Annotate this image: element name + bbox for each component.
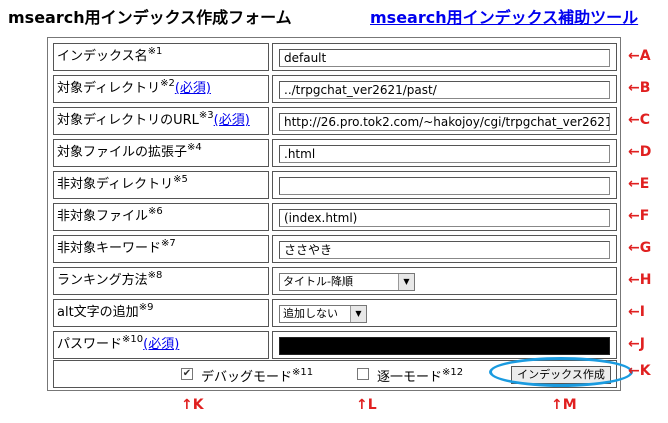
row-excluded-keywords: 非対象キーワード※7 ささやき bbox=[53, 235, 617, 263]
row-excluded-directory: 非対象ディレクトリ※5 bbox=[53, 171, 617, 199]
field-cell: (index.html) bbox=[272, 203, 617, 231]
footnote-mark: ※3 bbox=[198, 110, 214, 121]
row-target-extension: 対象ファイルの拡張子※4 .html bbox=[53, 139, 617, 167]
step-mode-checkbox[interactable] bbox=[357, 368, 369, 380]
label-text: ランキング方法 bbox=[57, 273, 148, 288]
highlight-ring bbox=[489, 357, 633, 387]
marker-j: ←J bbox=[628, 336, 645, 352]
field-cell bbox=[272, 171, 617, 199]
marker-a: ←A bbox=[628, 48, 651, 64]
footnote-mark: ※4 bbox=[187, 142, 202, 153]
required-link[interactable]: (必須) bbox=[175, 81, 211, 96]
label-text: 逐一モード bbox=[377, 370, 443, 385]
label-index-name: インデックス名※1 bbox=[53, 43, 269, 71]
footnote-mark: ※10 bbox=[122, 334, 144, 345]
row-target-directory-url: 対象ディレクトリのURL※3(必須) http://26.pro.tok2.co… bbox=[53, 107, 617, 135]
ranking-method-select[interactable]: タイトル-降順 ▼ bbox=[279, 273, 415, 291]
index-helper-tool-link[interactable]: msearch用インデックス補助ツール bbox=[370, 4, 638, 28]
required-link[interactable]: (必須) bbox=[143, 337, 179, 352]
marker-e: ←E bbox=[628, 176, 650, 192]
target-extension-input[interactable]: .html bbox=[279, 145, 610, 163]
marker-b: ←B bbox=[628, 80, 651, 96]
step-mode-label: 逐一モード※12 bbox=[377, 366, 464, 386]
excluded-keywords-input[interactable]: ささやき bbox=[279, 241, 610, 259]
excluded-directory-input[interactable] bbox=[279, 177, 610, 195]
dropdown-arrow-icon[interactable]: ▼ bbox=[398, 274, 414, 290]
footnote-mark: ※8 bbox=[147, 270, 163, 281]
label-excluded-keywords: 非対象キーワード※7 bbox=[53, 235, 269, 263]
marker-i: ←I bbox=[628, 304, 645, 320]
row-ranking-method: ランキング方法※8 タイトル-降順 ▼ bbox=[53, 267, 617, 295]
row-index-name: インデックス名※1 default bbox=[53, 43, 617, 71]
target-directory-url-input[interactable]: http://26.pro.tok2.com/~hakojoy/cgi/trpg… bbox=[279, 113, 610, 131]
required-link[interactable]: (必須) bbox=[214, 113, 250, 128]
footnote-mark: ※11 bbox=[292, 367, 314, 378]
label-text: 非対象ファイル bbox=[57, 209, 149, 224]
label-ranking-method: ランキング方法※8 bbox=[53, 267, 269, 295]
label-text: パスワード bbox=[57, 337, 123, 352]
debug-mode-label: デバッグモード※11 bbox=[201, 366, 314, 386]
marker-g: ←G bbox=[628, 240, 652, 256]
index-name-input[interactable]: default bbox=[279, 49, 610, 67]
label-excluded-directory: 非対象ディレクトリ※5 bbox=[53, 171, 269, 199]
row-target-directory: 対象ディレクトリ※2(必須) ../trpgchat_ver2621/past/ bbox=[53, 75, 617, 103]
label-target-directory: 対象ディレクトリ※2(必須) bbox=[53, 75, 269, 103]
field-cell: default bbox=[272, 43, 617, 71]
marker-d: ←D bbox=[628, 144, 652, 160]
debug-mode-checkbox[interactable]: ✔ bbox=[181, 368, 193, 380]
label-text: 対象ディレクトリのURL bbox=[57, 113, 199, 128]
label-text: 非対象キーワード bbox=[57, 241, 162, 256]
label-text: インデックス名 bbox=[57, 49, 148, 64]
label-password: パスワード※10(必須) bbox=[53, 331, 269, 359]
field-cell: ささやき bbox=[272, 235, 617, 263]
label-excluded-files: 非対象ファイル※6 bbox=[53, 203, 269, 231]
field-cell: 追加しない ▼ bbox=[272, 299, 617, 327]
row-excluded-files: 非対象ファイル※6 (index.html) bbox=[53, 203, 617, 231]
footnote-mark: ※2 bbox=[160, 78, 175, 89]
select-value: 追加しない bbox=[283, 307, 338, 320]
footnote-mark: ※6 bbox=[148, 206, 163, 217]
marker-m: ↑M bbox=[551, 397, 577, 413]
field-cell: ../trpgchat_ver2621/past/ bbox=[272, 75, 617, 103]
alt-text-select[interactable]: 追加しない ▼ bbox=[279, 305, 367, 323]
select-value: タイトル-降順 bbox=[283, 275, 353, 288]
footnote-mark: ※1 bbox=[147, 46, 163, 57]
target-directory-input[interactable]: ../trpgchat_ver2621/past/ bbox=[279, 81, 610, 99]
label-alt-text: alt文字の追加※9 bbox=[53, 299, 269, 327]
password-input[interactable] bbox=[279, 337, 610, 355]
footnote-mark: ※5 bbox=[173, 174, 188, 185]
footnote-mark: ※7 bbox=[161, 238, 176, 249]
field-cell: http://26.pro.tok2.com/~hakojoy/cgi/trpg… bbox=[272, 107, 617, 135]
marker-f: ←F bbox=[628, 208, 650, 224]
footnote-mark: ※9 bbox=[138, 302, 154, 313]
page-title: msearch用インデックス作成フォーム bbox=[8, 8, 292, 27]
footnote-mark: ※12 bbox=[442, 367, 464, 378]
dropdown-arrow-icon[interactable]: ▼ bbox=[350, 306, 366, 322]
label-target-extension: 対象ファイルの拡張子※4 bbox=[53, 139, 269, 167]
marker-h: ←H bbox=[628, 272, 652, 288]
row-alt-text: alt文字の追加※9 追加しない ▼ bbox=[53, 299, 617, 327]
marker-c: ←C bbox=[628, 112, 651, 128]
label-text: デバッグモード bbox=[201, 370, 293, 385]
index-form-table: インデックス名※1 default 対象ディレクトリ※2(必須) ../trpg… bbox=[47, 37, 621, 391]
marker-submit: ←K bbox=[628, 363, 651, 379]
label-text: alt文字の追加 bbox=[57, 305, 139, 320]
field-cell: タイトル-降順 ▼ bbox=[272, 267, 617, 295]
marker-l: ↑L bbox=[356, 397, 377, 413]
label-text: 非対象ディレクトリ bbox=[57, 177, 174, 192]
marker-k: ↑K bbox=[181, 397, 204, 413]
excluded-files-input[interactable]: (index.html) bbox=[279, 209, 610, 227]
label-target-directory-url: 対象ディレクトリのURL※3(必須) bbox=[53, 107, 269, 135]
field-cell bbox=[272, 331, 617, 359]
label-text: 対象ファイルの拡張子 bbox=[57, 145, 188, 160]
label-text: 対象ディレクトリ bbox=[57, 81, 161, 96]
field-cell: .html bbox=[272, 139, 617, 167]
row-password: パスワード※10(必須) bbox=[53, 331, 617, 359]
